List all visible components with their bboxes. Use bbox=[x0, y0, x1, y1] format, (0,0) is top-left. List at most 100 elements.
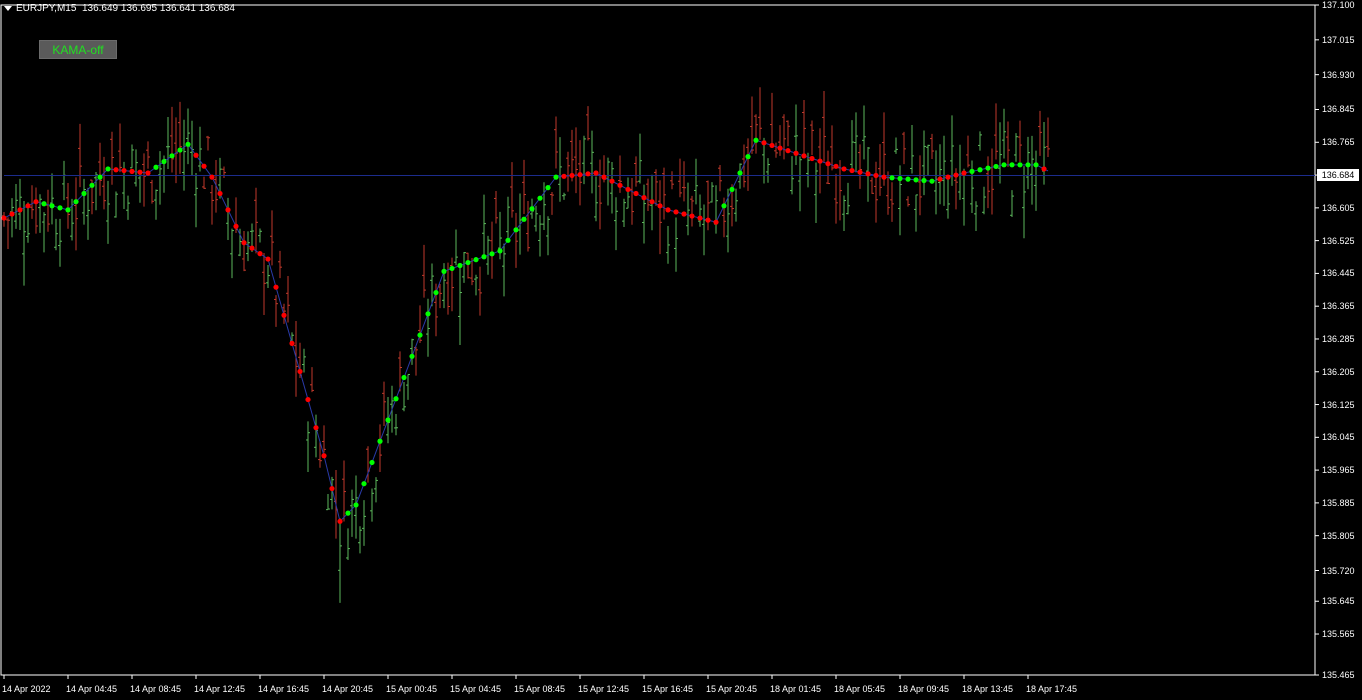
y-tick-label: 136.125 bbox=[1322, 399, 1355, 410]
dropdown-triangle-icon[interactable] bbox=[4, 5, 12, 11]
kama-dot bbox=[121, 167, 127, 174]
kama-dot bbox=[865, 171, 871, 177]
y-tick-label: 136.445 bbox=[1322, 268, 1355, 279]
kama-dot bbox=[17, 207, 23, 213]
y-tick-label: 136.205 bbox=[1322, 366, 1355, 377]
symbol-label: EURJPY,M15 bbox=[16, 3, 77, 14]
kama-dot bbox=[809, 155, 815, 162]
price-chart[interactable] bbox=[0, 0, 1362, 700]
kama-dot bbox=[297, 368, 303, 375]
kama-dot bbox=[241, 240, 247, 246]
kama-dot bbox=[249, 245, 255, 251]
kama-dot bbox=[505, 237, 511, 243]
kama-dot bbox=[113, 167, 119, 173]
kama-dot bbox=[801, 153, 807, 159]
kama-dot bbox=[497, 248, 503, 254]
kama-dot bbox=[289, 340, 295, 346]
kama-dot bbox=[601, 174, 607, 180]
kama-dot bbox=[705, 217, 711, 223]
y-tick-label: 135.720 bbox=[1322, 565, 1355, 576]
kama-dot bbox=[337, 518, 343, 524]
kama-dot bbox=[169, 153, 175, 159]
kama-dot bbox=[817, 158, 823, 164]
x-tick-label: 14 Apr 12:45 bbox=[194, 684, 246, 694]
x-tick-label: 18 Apr 13:45 bbox=[962, 684, 1014, 694]
kama-dot bbox=[105, 166, 111, 172]
y-tick-label: 135.965 bbox=[1322, 465, 1355, 476]
x-tick-label: 14 Apr 20:45 bbox=[322, 684, 374, 694]
kama-dot bbox=[761, 140, 767, 146]
kama-dot bbox=[353, 502, 359, 508]
kama-dot bbox=[729, 186, 735, 193]
kama-dot bbox=[193, 152, 199, 158]
x-tick-label: 15 Apr 12:45 bbox=[578, 684, 630, 694]
kama-dot bbox=[993, 163, 999, 170]
kama-dot bbox=[777, 145, 783, 151]
kama-dot bbox=[57, 205, 63, 211]
kama-dot bbox=[233, 223, 239, 229]
x-tick-label: 14 Apr 04:45 bbox=[66, 684, 118, 694]
kama-dot bbox=[425, 311, 431, 317]
kama-dot bbox=[545, 185, 551, 191]
kama-dot bbox=[1001, 162, 1007, 168]
x-tick-label: 15 Apr 08:45 bbox=[514, 684, 566, 694]
kama-dot bbox=[745, 154, 751, 160]
y-tick-label: 137.100 bbox=[1322, 0, 1355, 10]
kama-dot bbox=[625, 186, 631, 193]
kama-dot bbox=[665, 207, 671, 213]
kama-dot bbox=[1025, 162, 1031, 168]
kama-dot bbox=[65, 207, 71, 213]
kama-dot bbox=[849, 167, 855, 174]
kama-dot bbox=[697, 215, 703, 221]
kama-dot bbox=[257, 251, 263, 257]
kama-dot bbox=[489, 251, 495, 257]
y-tick-label: 135.645 bbox=[1322, 596, 1355, 607]
kama-dot bbox=[201, 163, 207, 169]
kama-dot bbox=[129, 168, 135, 174]
kama-toggle-button[interactable]: KAMA-off bbox=[39, 40, 117, 59]
kama-button-label: KAMA-off bbox=[52, 42, 104, 57]
kama-dot bbox=[609, 178, 615, 184]
kama-dot bbox=[569, 172, 575, 179]
kama-dot bbox=[345, 510, 351, 516]
kama-dot bbox=[881, 174, 887, 180]
kama-dot bbox=[673, 209, 679, 215]
kama-dot bbox=[521, 216, 527, 222]
kama-dot bbox=[537, 195, 543, 201]
kama-dot bbox=[1033, 162, 1039, 168]
kama-dot bbox=[553, 174, 559, 180]
kama-dot bbox=[305, 396, 311, 403]
kama-dot bbox=[313, 425, 319, 431]
y-tick-label: 135.885 bbox=[1322, 497, 1355, 508]
y-tick-label: 136.365 bbox=[1322, 301, 1355, 312]
chart-title: EURJPY,M15 136.649 136.695 136.641 136.6… bbox=[4, 3, 235, 14]
y-tick-label: 136.765 bbox=[1322, 137, 1355, 148]
kama-dot bbox=[465, 259, 471, 266]
kama-dot bbox=[441, 268, 447, 274]
kama-dot bbox=[161, 158, 167, 165]
kama-dot bbox=[177, 147, 183, 153]
kama-dot bbox=[585, 171, 591, 177]
kama-dot bbox=[889, 175, 895, 181]
x-tick-label: 15 Apr 20:45 bbox=[706, 684, 758, 694]
kama-dot bbox=[513, 227, 519, 233]
ohlc-values: 136.649 136.695 136.641 136.684 bbox=[81, 3, 235, 14]
kama-dot bbox=[929, 178, 935, 184]
kama-dot bbox=[73, 199, 79, 205]
kama-dot bbox=[401, 374, 407, 381]
x-tick-label: 15 Apr 16:45 bbox=[642, 684, 694, 694]
kama-dot bbox=[857, 169, 863, 175]
kama-dot bbox=[897, 175, 903, 182]
kama-dot bbox=[329, 485, 335, 492]
kama-dot bbox=[529, 206, 535, 212]
kama-dot bbox=[41, 201, 47, 207]
kama-dot bbox=[449, 265, 455, 272]
y-tick-label: 136.045 bbox=[1322, 432, 1355, 443]
kama-dot bbox=[417, 332, 423, 338]
kama-dot bbox=[409, 353, 415, 359]
kama-dot bbox=[97, 174, 103, 180]
kama-dot bbox=[833, 163, 839, 169]
kama-dot bbox=[905, 176, 911, 182]
kama-dot bbox=[385, 417, 391, 423]
kama-dot bbox=[225, 207, 231, 213]
